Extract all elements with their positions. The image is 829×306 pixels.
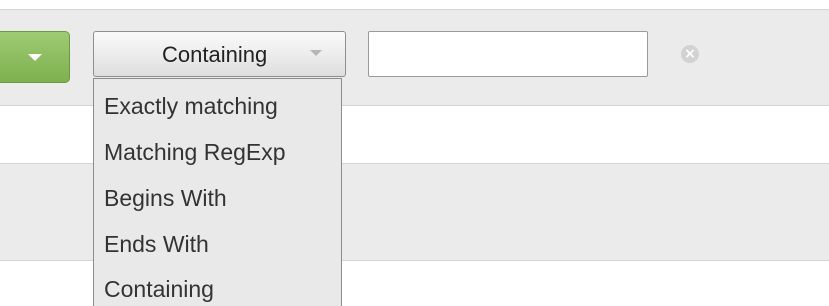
filter-field-dropdown-button[interactable] <box>0 31 70 83</box>
chevron-down-icon <box>310 50 322 56</box>
page-top <box>0 0 829 9</box>
filter-value-input[interactable] <box>368 31 648 77</box>
menu-item-exactly-matching[interactable]: Exactly matching <box>104 93 278 120</box>
menu-item-containing[interactable]: Containing <box>104 276 214 303</box>
match-type-select[interactable]: Containing <box>93 31 346 77</box>
clear-circle-icon[interactable]: × <box>681 45 699 63</box>
menu-item-matching-regexp[interactable]: Matching RegExp <box>104 139 286 166</box>
menu-item-ends-with[interactable]: Ends With <box>104 231 209 258</box>
match-type-dropdown-menu: Exactly matching Matching RegExp Begins … <box>93 78 342 306</box>
chevron-down-icon <box>27 53 42 61</box>
match-type-selected-label: Containing <box>162 42 268 67</box>
menu-item-begins-with[interactable]: Begins With <box>104 185 227 212</box>
